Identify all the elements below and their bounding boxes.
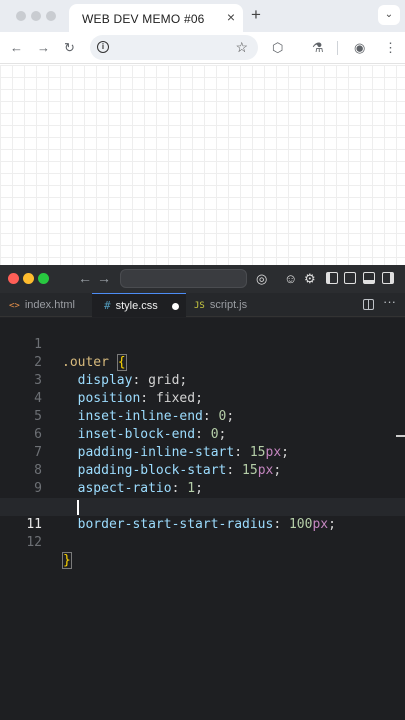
toggle-secondary-sidebar-icon[interactable] — [382, 272, 394, 284]
copilot-icon[interactable]: ◎ — [256, 271, 267, 287]
window-minimize-dot[interactable] — [31, 11, 41, 21]
code-line: 12 } — [0, 516, 405, 569]
page-viewport-grid — [0, 65, 405, 265]
code-line: 8 aspect-ratio: 1; — [0, 444, 405, 496]
line-number: 12 — [26, 535, 42, 550]
reload-icon[interactable]: ↻ — [64, 39, 75, 57]
tab-script-js[interactable]: JS script.js — [194, 293, 264, 317]
browser-tab-active[interactable]: WEB DEV MEMO #06 × — [69, 4, 243, 32]
profile-icon[interactable]: ◉ — [354, 39, 365, 57]
browser-window: WEB DEV MEMO #06 × + ⌄ ← → ↻ i ☆ ⬡ ⚗ ◉ ⋮ — [0, 0, 405, 265]
browser-toolbar: ← → ↻ i ☆ ⬡ ⚗ ◉ ⋮ — [0, 32, 405, 64]
code-line-current[interactable]: 11 — [0, 498, 405, 532]
bookmark-star-icon[interactable]: ☆ — [235, 39, 248, 56]
tab-style-css[interactable]: # style.css — [92, 293, 186, 317]
code-editor-window: ← → ◎ ☺ ⚙ <> index.html # style.css JS scri… — [0, 265, 405, 720]
editor-back-icon[interactable]: ← — [78, 270, 92, 286]
editor-zoom-dot[interactable] — [38, 273, 49, 284]
window-close-dot[interactable] — [16, 11, 26, 21]
address-bar[interactable]: i ☆ — [90, 35, 258, 60]
account-icon[interactable]: ☺ — [284, 271, 297, 287]
tab-index-html[interactable]: <> index.html — [9, 293, 85, 317]
editor-minimize-dot[interactable] — [23, 273, 34, 284]
code-line: 10 border-start-start-radius: 100px; — [0, 480, 405, 532]
scrollbar-cursor-marker[interactable] — [396, 435, 405, 437]
code-line: 7 padding-block-start: 15px; — [0, 426, 405, 478]
tab-label: index.html — [24, 299, 75, 311]
js-file-icon: JS — [194, 301, 205, 311]
code-line: 5 inset-block-end: 0; — [0, 390, 405, 442]
code-line: 2 display: grid; — [0, 336, 405, 388]
toolbar-divider — [337, 41, 338, 55]
code-area[interactable]: 1 .outer { 2 display: grid; 3 position: … — [0, 318, 405, 720]
code-line: 1 .outer { — [0, 318, 405, 371]
labs-flask-icon[interactable]: ⚗ — [312, 39, 324, 57]
browser-menu-icon[interactable]: ⋮ — [384, 39, 397, 57]
toggle-primary-sidebar-icon[interactable] — [326, 272, 338, 284]
code-line: 4 inset-inline-end: 0; — [0, 372, 405, 424]
toggle-split-icon[interactable] — [344, 272, 356, 284]
extensions-icon[interactable]: ⬡ — [272, 39, 283, 57]
toggle-panel-icon[interactable] — [363, 272, 375, 284]
editor-forward-icon[interactable]: → — [97, 270, 111, 286]
split-editor-icon[interactable] — [363, 299, 374, 310]
tab-label: script.js — [209, 299, 248, 311]
new-tab-icon[interactable]: + — [251, 5, 261, 25]
code-line: 3 position: fixed; — [0, 354, 405, 406]
window-zoom-dot[interactable] — [46, 11, 56, 21]
site-info-icon[interactable]: i — [97, 41, 109, 53]
editor-close-dot[interactable] — [8, 273, 19, 284]
code-text: } — [62, 552, 72, 569]
code-line: 9 block-size: min(50vi, 50vb); — [0, 462, 405, 514]
html-file-icon: <> — [9, 301, 20, 311]
command-center-search[interactable] — [120, 269, 247, 288]
text-cursor — [77, 500, 79, 515]
code-line: 6 padding-inline-start: 15px; — [0, 408, 405, 460]
editor-titlebar: ← → ◎ ☺ ⚙ — [0, 265, 405, 293]
editor-tabbar: <> index.html # style.css JS script.js ··· — [0, 293, 405, 317]
forward-arrow-icon[interactable]: → — [37, 39, 50, 57]
settings-gear-icon[interactable]: ⚙ — [304, 271, 316, 287]
browser-tabstrip: WEB DEV MEMO #06 × + ⌄ — [0, 0, 405, 32]
browser-tab-title: WEB DEV MEMO #06 — [82, 12, 205, 26]
tab-close-icon[interactable]: × — [227, 9, 235, 25]
more-actions-icon[interactable]: ··· — [383, 294, 396, 309]
tab-label: style.css — [115, 300, 158, 312]
back-arrow-icon[interactable]: ← — [10, 39, 23, 57]
tab-search-chevron-icon[interactable]: ⌄ — [378, 5, 400, 25]
css-file-icon: # — [104, 299, 111, 312]
unsaved-dot-icon[interactable] — [171, 302, 179, 310]
